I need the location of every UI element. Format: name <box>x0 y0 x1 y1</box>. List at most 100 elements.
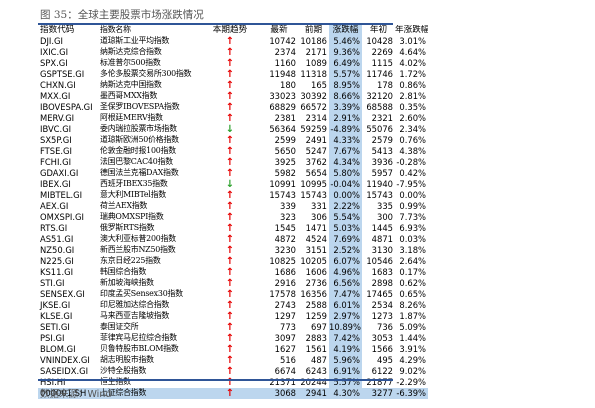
table-row: MIBTEL.GI 意大利MIBTel指数 ↑ 15743 15743 0.00% 1574… <box>38 189 428 201</box>
year-open-cell: 335 <box>377 200 393 211</box>
header-chg: 涨跌幅 <box>329 25 362 36</box>
prev-cell: 165 <box>311 79 327 90</box>
prev-cell: 487 <box>311 354 327 365</box>
index-code-cell: FTSE.GI <box>40 145 73 156</box>
trend-up-arrow-icon: ↑ <box>225 134 235 146</box>
year-open-cell: 736 <box>377 321 393 332</box>
table-row: RTS.GI 俄罗斯RTS指数 ↑ 1545 1471 5.03% 1445 6.93% <box>38 222 428 234</box>
index-name-cell: 泰国证交所 <box>100 321 139 331</box>
year-change-cell: 5.09% <box>399 321 426 332</box>
table-row: SETI.GI 泰国证交所 ↑ 773 697 10.89% 736 5.09% <box>38 321 428 333</box>
latest-cell: 1160 <box>274 57 296 68</box>
index-name-cell: 贝鲁特股市BLOM指数 <box>100 343 179 353</box>
trend-up-arrow-icon: ↑ <box>225 101 235 113</box>
index-code-cell: GDAXI.GI <box>40 167 79 178</box>
trend-up-arrow-icon: ↑ <box>225 332 235 344</box>
index-name-cell: 阿根廷MERV指数 <box>100 112 163 122</box>
trend-up-arrow-icon: ↑ <box>225 365 235 377</box>
prev-cell: 10186 <box>300 35 327 46</box>
prev-cell: 2314 <box>305 112 327 123</box>
trend-up-arrow-icon: ↑ <box>225 288 235 300</box>
year-open-cell: 2269 <box>371 46 393 57</box>
index-name-cell: 菲律宾马尼拉综合指数 <box>100 332 177 342</box>
trend-cell: ↑ <box>200 366 260 377</box>
trend-cell: ↑ <box>200 47 260 58</box>
year-change-cell: 0.03% <box>399 233 426 244</box>
header-prev: 前期 <box>304 25 323 35</box>
latest-cell: 5982 <box>274 167 296 178</box>
prev-cell: 2883 <box>305 332 327 343</box>
trend-cell: ↑ <box>200 245 260 256</box>
change-cell: 9.36% <box>329 46 362 58</box>
year-open-cell: 178 <box>377 79 393 90</box>
year-open-cell: 68588 <box>366 101 393 112</box>
index-name-cell: 圣保罗IBOVESPA指数 <box>100 101 180 111</box>
year-open-cell: 3053 <box>371 332 393 343</box>
table-row: NZ50.GI 新西兰股市NZ50指数 ↑ 3230 3151 2.52% 3130 3.18… <box>38 244 428 256</box>
index-name-cell: 伦敦金融时报100指数 <box>100 145 176 155</box>
table-row: AS51.GI 澳大利亚标普200指数 ↑ 4872 4524 7.69% 4871 0.03… <box>38 233 428 245</box>
year-open-cell: 1115 <box>371 57 393 68</box>
index-code-cell: KLSE.GI <box>40 310 73 321</box>
table-row: SX5P.GI 道琼斯欧洲50价格指数 ↑ 2599 2491 4.33% 2579 0.76… <box>38 134 428 146</box>
latest-cell: 2381 <box>274 112 296 123</box>
trend-up-arrow-icon: ↑ <box>225 112 235 124</box>
trend-down-arrow-icon: ↓ <box>225 178 235 190</box>
prev-cell: 66572 <box>300 101 327 112</box>
table-row: SENSEX.GI 印度孟买Sensex30指数 ↑ 17578 16356 7.47% 1… <box>38 288 428 300</box>
prev-cell: 10995 <box>300 178 327 189</box>
prev-cell: 5247 <box>305 145 327 156</box>
index-code-cell: IBVC.GI <box>40 123 72 134</box>
index-code-cell: FCHI.GI <box>40 156 72 167</box>
trend-up-arrow-icon: ↑ <box>225 233 235 245</box>
trend-cell: ↑ <box>200 80 260 91</box>
year-change-cell: 0.62% <box>399 277 426 288</box>
index-code-cell: N225.GI <box>40 255 74 266</box>
year-change-cell: 3.01% <box>399 35 426 46</box>
trend-up-arrow-icon: ↑ <box>225 145 235 157</box>
change-cell: 2.97% <box>329 310 362 322</box>
change-cell: 5.80% <box>329 167 362 179</box>
table-row: AEX.GI 荷兰AEX指数 ↑ 339 331 2.22% 335 0.99% <box>38 200 428 212</box>
latest-cell: 10825 <box>269 255 296 266</box>
table-row: JKSE.GI 印尼雅加达综合指数 ↑ 2743 2588 6.01% 2534 8.26% <box>38 299 428 311</box>
trend-cell: ↑ <box>200 322 260 333</box>
year-open-cell: 495 <box>377 354 393 365</box>
index-table: 指数代码 指数名称 本期趋势 最新 前期 涨跌幅 年初 年涨跌幅 DJI.GI 道… <box>38 25 428 399</box>
year-change-cell: 0.99% <box>399 200 426 211</box>
year-change-cell: 4.38% <box>399 145 426 156</box>
change-cell: 4.30% <box>329 387 362 399</box>
year-open-cell: 2534 <box>371 299 393 310</box>
latest-cell: 3097 <box>274 332 296 343</box>
year-change-cell: 4.64% <box>399 46 426 57</box>
trend-down-arrow-icon: ↓ <box>225 123 235 135</box>
year-open-cell: 17465 <box>366 288 393 299</box>
trend-cell: ↑ <box>200 234 260 245</box>
latest-cell: 6674 <box>274 365 296 376</box>
index-code-cell: OMXSPI.GI <box>40 211 85 222</box>
prev-cell: 2736 <box>305 277 327 288</box>
prev-cell: 2491 <box>305 134 327 145</box>
table-row: MERV.GI 阿根廷MERV指数 ↑ 2381 2314 2.91% 2321 2.60% <box>38 112 428 124</box>
table-row: SASEIDX.GI 沙特全股指数 ↑ 6674 6243 6.91% 6122 9.02% <box>38 365 428 377</box>
trend-cell: ↑ <box>200 168 260 179</box>
prev-cell: 59259 <box>300 123 327 134</box>
latest-cell: 2916 <box>274 277 296 288</box>
index-name-cell: 胡志明股市指数 <box>100 354 154 364</box>
latest-cell: 3068 <box>260 387 298 399</box>
figure-title: 图 35：全球主要股票市场涨跌情况 <box>40 9 204 21</box>
index-code-cell: AS51.GI <box>40 233 74 244</box>
prev-cell: 3762 <box>305 156 327 167</box>
trend-cell: ↑ <box>200 146 260 157</box>
year-change-cell: 1.87% <box>399 310 426 321</box>
change-cell: 7.67% <box>329 145 362 157</box>
latest-cell: 56364 <box>269 123 296 134</box>
index-name-cell: 纳斯达克中国指数 <box>100 79 162 89</box>
prev-cell: 331 <box>311 200 327 211</box>
trend-cell: ↑ <box>200 102 260 113</box>
trend-up-arrow-icon: ↑ <box>225 46 235 58</box>
latest-cell: 1545 <box>274 222 296 233</box>
table-row: N225.GI 东京日经225指数 ↑ 10825 10205 6.07% 10546 2.6… <box>38 255 428 267</box>
trend-up-arrow-icon: ↑ <box>225 167 235 179</box>
index-name-cell: 新西兰股市NZ50指数 <box>100 244 176 254</box>
